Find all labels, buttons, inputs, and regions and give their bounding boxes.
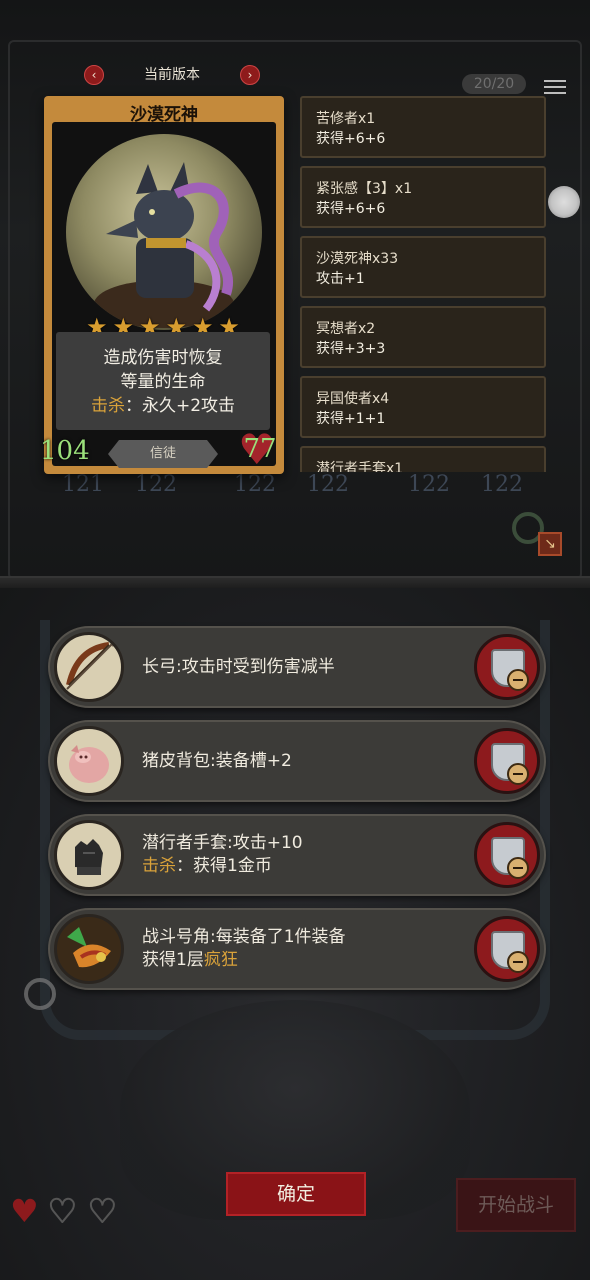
buff-source-list[interactable]: 苦修者x1 获得+6+6 紧张感【3】x1 获得+6+6 沙漠死神x33 攻击+… xyxy=(298,96,550,472)
remove-equipment-button[interactable] xyxy=(474,916,540,982)
hero-card[interactable]: 沙漠死神 ★ ★ ★ ★ ★ ★ 造成伤害时恢复 等量的生命 击杀：永久+2攻击… xyxy=(40,96,284,474)
remove-equipment-button[interactable] xyxy=(474,728,540,794)
menu-icon[interactable] xyxy=(544,80,566,94)
equipment-description: 战斗号角:每装备了1件装备 获得1层疯狂 xyxy=(142,910,346,988)
kill-separator: ： xyxy=(176,856,193,876)
buff-name: 冥想者x2 xyxy=(316,321,376,337)
minus-icon xyxy=(507,763,529,785)
buff-list-item: 异国使者x4 获得+1+1 xyxy=(300,376,546,438)
minus-icon xyxy=(507,669,529,691)
kill-keyword: 击杀 xyxy=(142,856,176,876)
version-selector: ‹ 当前版本 › xyxy=(84,64,260,86)
buff-effect: 攻击+1 xyxy=(316,271,365,287)
equipment-line: 获得1层疯狂 xyxy=(142,949,346,972)
buff-effect: 获得+1+1 xyxy=(316,411,386,427)
equipment-line: 猪皮背包:装备槽+2 xyxy=(142,750,292,771)
board-counter: 20/20 xyxy=(462,74,526,94)
bg-hp: 122 xyxy=(307,472,349,497)
bg-atk: 122 xyxy=(408,472,450,497)
effect-prefix: 获得1层 xyxy=(142,950,204,970)
touch-indicator xyxy=(548,186,580,218)
magnifier-icon[interactable] xyxy=(24,978,56,1010)
background-unit-stats: 122 122 xyxy=(234,472,349,497)
buff-name: 沙漠死神x33 xyxy=(316,251,399,267)
ability-line: 等量的生命 xyxy=(120,372,206,392)
battle-horn-icon xyxy=(54,914,124,984)
kill-effect: 获得1金币 xyxy=(193,856,272,876)
prev-version-button[interactable]: ‹ xyxy=(84,65,104,85)
buff-name: 潜行者手套x1 xyxy=(316,461,404,472)
expand-arrow-icon[interactable]: ↘ xyxy=(538,532,562,556)
version-title: 当前版本 xyxy=(144,67,200,83)
equipment-description: 潜行者手套:攻击+10 击杀：获得1金币 xyxy=(142,816,303,894)
equipment-description: 猪皮背包:装备槽+2 xyxy=(142,722,292,800)
kill-effect: 永久+2攻击 xyxy=(141,396,236,416)
buff-list-item: 苦修者x1 获得+6+6 xyxy=(300,96,546,158)
next-version-button[interactable]: › xyxy=(240,65,260,85)
buff-list-item: 沙漠死神x33 攻击+1 xyxy=(300,236,546,298)
anubis-portrait-icon xyxy=(66,134,262,330)
equipment-row-horn[interactable]: 战斗号角:每装备了1件装备 获得1层疯狂 xyxy=(48,908,546,990)
buff-list-item: 紧张感【3】x1 获得+6+6 xyxy=(300,166,546,228)
kill-keyword: 击杀 xyxy=(90,396,125,416)
equipment-row-longbow[interactable]: 长弓:攻击时受到伤害减半 xyxy=(48,626,546,708)
bg-atk: 121 xyxy=(62,472,104,497)
equipment-line: 战斗号角:每装备了1件装备 xyxy=(142,927,346,947)
remove-equipment-button[interactable] xyxy=(474,634,540,700)
minus-icon xyxy=(507,951,529,973)
equipment-line: 潜行者手套:攻击+10 xyxy=(142,833,303,853)
remove-equipment-button[interactable] xyxy=(474,822,540,888)
ability-kill-line: 击杀：永久+2攻击 xyxy=(56,394,270,418)
kill-separator: ： xyxy=(124,396,142,416)
equipment-line: 长弓:攻击时受到伤害减半 xyxy=(142,656,335,677)
life-heart-empty-icon: ♥ xyxy=(87,1192,118,1230)
ability-line: 造成伤害时恢复 xyxy=(103,348,223,368)
equipment-row-backpack[interactable]: 猪皮背包:装备槽+2 xyxy=(48,720,546,802)
buff-name: 苦修者x1 xyxy=(316,111,376,127)
stalker-gloves-icon xyxy=(54,820,124,890)
hero-health-stat: 77 xyxy=(243,434,277,464)
start-battle-button[interactable]: 开始战斗 xyxy=(456,1178,576,1232)
bg-hp: 122 xyxy=(481,472,523,497)
longbow-icon xyxy=(54,632,124,702)
equipment-line: 击杀：获得1金币 xyxy=(142,855,303,878)
buff-list-item: 冥想者x2 获得+3+3 xyxy=(300,306,546,368)
frenzy-keyword: 疯狂 xyxy=(203,950,238,970)
equipment-description: 长弓:攻击时受到伤害减半 xyxy=(142,628,335,706)
buff-list-item: 潜行者手套x1 xyxy=(300,446,546,472)
buff-effect: 获得+3+3 xyxy=(316,341,386,357)
background-unit-stats: 122 122 xyxy=(408,472,523,497)
hero-ability-description: 造成伤害时恢复 等量的生命 击杀：永久+2攻击 xyxy=(56,332,270,430)
minus-icon xyxy=(507,857,529,879)
equipment-row-gloves[interactable]: 潜行者手套:攻击+10 击杀：获得1金币 xyxy=(48,814,546,896)
buff-name: 紧张感【3】x1 xyxy=(316,181,413,197)
pigskin-backpack-icon xyxy=(54,726,124,796)
hero-attack-stat: 104 xyxy=(40,436,90,466)
background-unit-stats: 121 122 xyxy=(62,472,177,497)
life-heart-icon: ♥ xyxy=(10,1192,39,1230)
confirm-button[interactable]: 确定 xyxy=(226,1172,366,1216)
hero-tribe-label: 信徒 xyxy=(108,440,218,468)
bg-atk: 122 xyxy=(234,472,276,497)
buff-name: 异国使者x4 xyxy=(316,391,390,407)
buff-effect: 获得+6+6 xyxy=(316,201,386,217)
bg-hp: 122 xyxy=(135,472,177,497)
life-heart-empty-icon: ♥ xyxy=(47,1192,78,1230)
buff-effect: 获得+6+6 xyxy=(316,131,386,147)
